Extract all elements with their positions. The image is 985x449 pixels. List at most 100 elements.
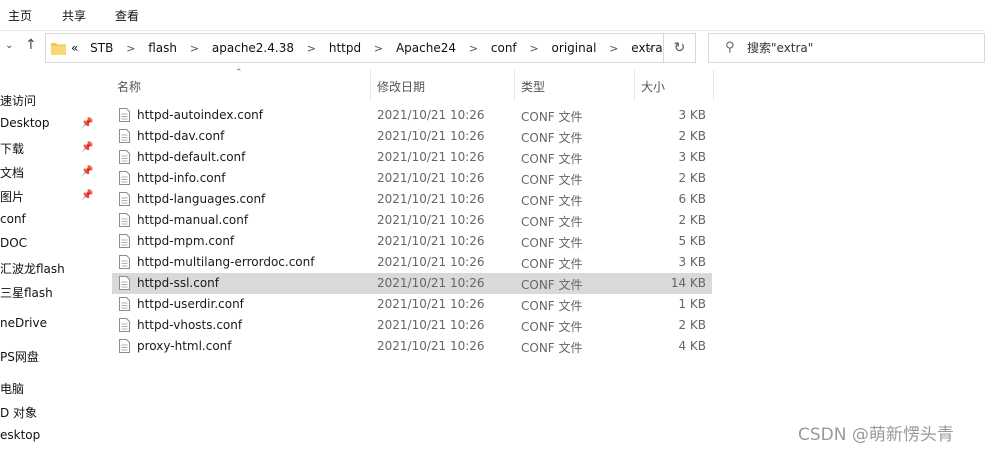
table-row[interactable]: httpd-default.conf 2021/10/21 10:26 CONF 文… xyxy=(112,147,712,168)
column-header-type[interactable]: 类型 xyxy=(521,78,545,95)
breadcrumb-item[interactable]: httpd xyxy=(329,41,361,55)
table-row[interactable]: httpd-languages.conf 2021/10/21 10:26 CONF… xyxy=(112,189,712,210)
table-row[interactable]: httpd-multilang-errordoc.conf 2021/10/21 … xyxy=(112,252,712,273)
file-icon xyxy=(119,171,130,185)
table-row[interactable]: httpd-manual.conf 2021/10/21 10:26 CONF 文件… xyxy=(112,210,712,231)
chevron-right-icon[interactable]: > xyxy=(307,42,316,55)
file-date: 2021/10/21 10:26 xyxy=(377,129,485,143)
column-divider[interactable] xyxy=(514,70,515,100)
breadcrumb-item[interactable]: flash xyxy=(148,41,177,55)
chevron-right-icon[interactable]: > xyxy=(126,42,135,55)
breadcrumb-item[interactable]: conf xyxy=(491,41,517,55)
file-icon xyxy=(119,192,130,206)
file-name: httpd-info.conf xyxy=(137,171,226,185)
file-type: CONF 文件 xyxy=(521,299,583,313)
tab-share[interactable]: 共享 xyxy=(62,7,86,24)
file-type: CONF 文件 xyxy=(521,152,583,166)
tab-home[interactable]: 主页 xyxy=(8,7,32,24)
table-row[interactable]: httpd-mpm.conf 2021/10/21 10:26 CONF 文件 5 K… xyxy=(112,231,712,252)
column-header-size[interactable]: 大小 xyxy=(641,78,665,95)
file-type: CONF 文件 xyxy=(521,194,583,208)
sidebar-item-pictures[interactable]: 图片 xyxy=(0,188,24,205)
file-name: httpd-mpm.conf xyxy=(137,234,235,248)
table-row[interactable]: httpd-userdir.conf 2021/10/21 10:26 CONF 文… xyxy=(112,294,712,315)
table-row[interactable]: httpd-vhosts.conf 2021/10/21 10:26 CONF 文件… xyxy=(112,315,712,336)
table-row[interactable]: httpd-autoindex.conf 2021/10/21 10:26 CONF… xyxy=(112,105,712,126)
search-input[interactable] xyxy=(747,38,967,58)
column-header-name[interactable]: 名称 xyxy=(117,78,141,95)
file-icon xyxy=(119,213,130,227)
file-name: httpd-default.conf xyxy=(137,150,246,164)
file-date: 2021/10/21 10:26 xyxy=(377,213,485,227)
breadcrumb-item[interactable]: apache2.4.38 xyxy=(212,41,294,55)
sidebar-item-quick-access[interactable]: 速访问 xyxy=(0,92,36,109)
file-size: 2 KB xyxy=(678,129,706,143)
file-type: CONF 文件 xyxy=(521,278,583,292)
file-name: proxy-html.conf xyxy=(137,339,232,353)
column-divider[interactable] xyxy=(370,70,371,100)
chevron-down-icon[interactable]: ⌄ xyxy=(646,42,654,53)
breadcrumb-item[interactable]: original xyxy=(552,41,597,55)
table-row[interactable]: proxy-html.conf 2021/10/21 10:26 CONF 文件 4 … xyxy=(112,336,712,357)
file-date: 2021/10/21 10:26 xyxy=(377,150,485,164)
table-row[interactable]: httpd-info.conf 2021/10/21 10:26 CONF 文件 2 … xyxy=(112,168,712,189)
file-date: 2021/10/21 10:26 xyxy=(377,255,485,269)
file-type: CONF 文件 xyxy=(521,173,583,187)
file-name: httpd-languages.conf xyxy=(137,192,266,206)
table-row[interactable]: httpd-dav.conf 2021/10/21 10:26 CONF 文件 2 K… xyxy=(112,126,712,147)
breadcrumb-overflow[interactable]: « xyxy=(71,41,78,55)
file-size: 3 KB xyxy=(678,108,706,122)
chevron-right-icon[interactable]: > xyxy=(530,42,539,55)
sidebar-item-onedrive[interactable]: neDrive xyxy=(0,316,47,330)
file-date: 2021/10/21 10:26 xyxy=(377,339,485,353)
breadcrumb-item[interactable]: Apache24 xyxy=(396,41,456,55)
column-header-modified[interactable]: 修改日期 xyxy=(377,78,425,95)
column-divider[interactable] xyxy=(634,70,635,100)
file-type: CONF 文件 xyxy=(521,341,583,355)
sidebar-item-downloads[interactable]: 下载 xyxy=(0,140,24,157)
address-bar[interactable]: « STB > flash > apache2.4.38 > httpd > A… xyxy=(45,33,664,63)
file-icon xyxy=(119,108,130,122)
file-date: 2021/10/21 10:26 xyxy=(377,297,485,311)
chevron-right-icon[interactable]: > xyxy=(374,42,383,55)
sidebar-item-wps-drive[interactable]: PS网盘 xyxy=(0,348,39,365)
file-icon xyxy=(119,297,130,311)
file-name: httpd-manual.conf xyxy=(137,213,249,227)
file-icon xyxy=(119,150,130,164)
tab-view[interactable]: 查看 xyxy=(115,7,139,24)
chevron-down-icon[interactable]: ⌄ xyxy=(5,40,13,51)
file-name: httpd-multilang-errordoc.conf xyxy=(137,255,315,269)
file-name: httpd-autoindex.conf xyxy=(137,108,263,122)
file-icon xyxy=(119,276,130,290)
search-box[interactable]: ⚲ xyxy=(708,33,985,63)
chevron-right-icon[interactable]: > xyxy=(609,42,618,55)
sidebar-item-3d-objects[interactable]: D 对象 xyxy=(0,404,37,421)
table-row[interactable]: httpd-ssl.conf 2021/10/21 10:26 CONF 文件 14 … xyxy=(112,273,712,294)
chevron-right-icon[interactable]: > xyxy=(469,42,478,55)
file-size: 14 KB xyxy=(670,276,706,290)
folder-icon xyxy=(51,43,66,55)
sidebar-item-documents[interactable]: 文档 xyxy=(0,164,24,181)
sidebar-item-desktop-pc[interactable]: esktop xyxy=(0,428,40,442)
sidebar-item-samsung-flash[interactable]: 三星flash xyxy=(0,284,53,301)
sidebar-item-huibolong-flash[interactable]: 汇波龙flash xyxy=(0,260,65,277)
file-icon xyxy=(119,234,130,248)
breadcrumb-item[interactable]: STB xyxy=(90,41,113,55)
file-name: httpd-dav.conf xyxy=(137,129,225,143)
up-arrow-icon[interactable]: ↑ xyxy=(25,37,37,53)
ribbon-tabs: 主页 共享 查看 xyxy=(0,0,985,30)
sidebar-item-desktop[interactable]: Desktop xyxy=(0,116,50,130)
file-name: httpd-ssl.conf xyxy=(137,276,220,290)
sidebar-item-this-pc[interactable]: 电脑 xyxy=(0,380,24,397)
chevron-right-icon[interactable]: > xyxy=(190,42,199,55)
file-size: 2 KB xyxy=(678,213,706,227)
file-size: 2 KB xyxy=(678,318,706,332)
search-icon: ⚲ xyxy=(725,40,735,55)
column-divider[interactable] xyxy=(713,70,714,100)
file-date: 2021/10/21 10:26 xyxy=(377,192,485,206)
sidebar-item-conf[interactable]: conf xyxy=(0,212,26,226)
sidebar-item-doc[interactable]: DOC xyxy=(0,236,27,250)
pin-icon: 📌 xyxy=(81,190,94,201)
refresh-button[interactable]: ↻ xyxy=(664,33,696,63)
pin-icon: 📌 xyxy=(81,118,94,129)
